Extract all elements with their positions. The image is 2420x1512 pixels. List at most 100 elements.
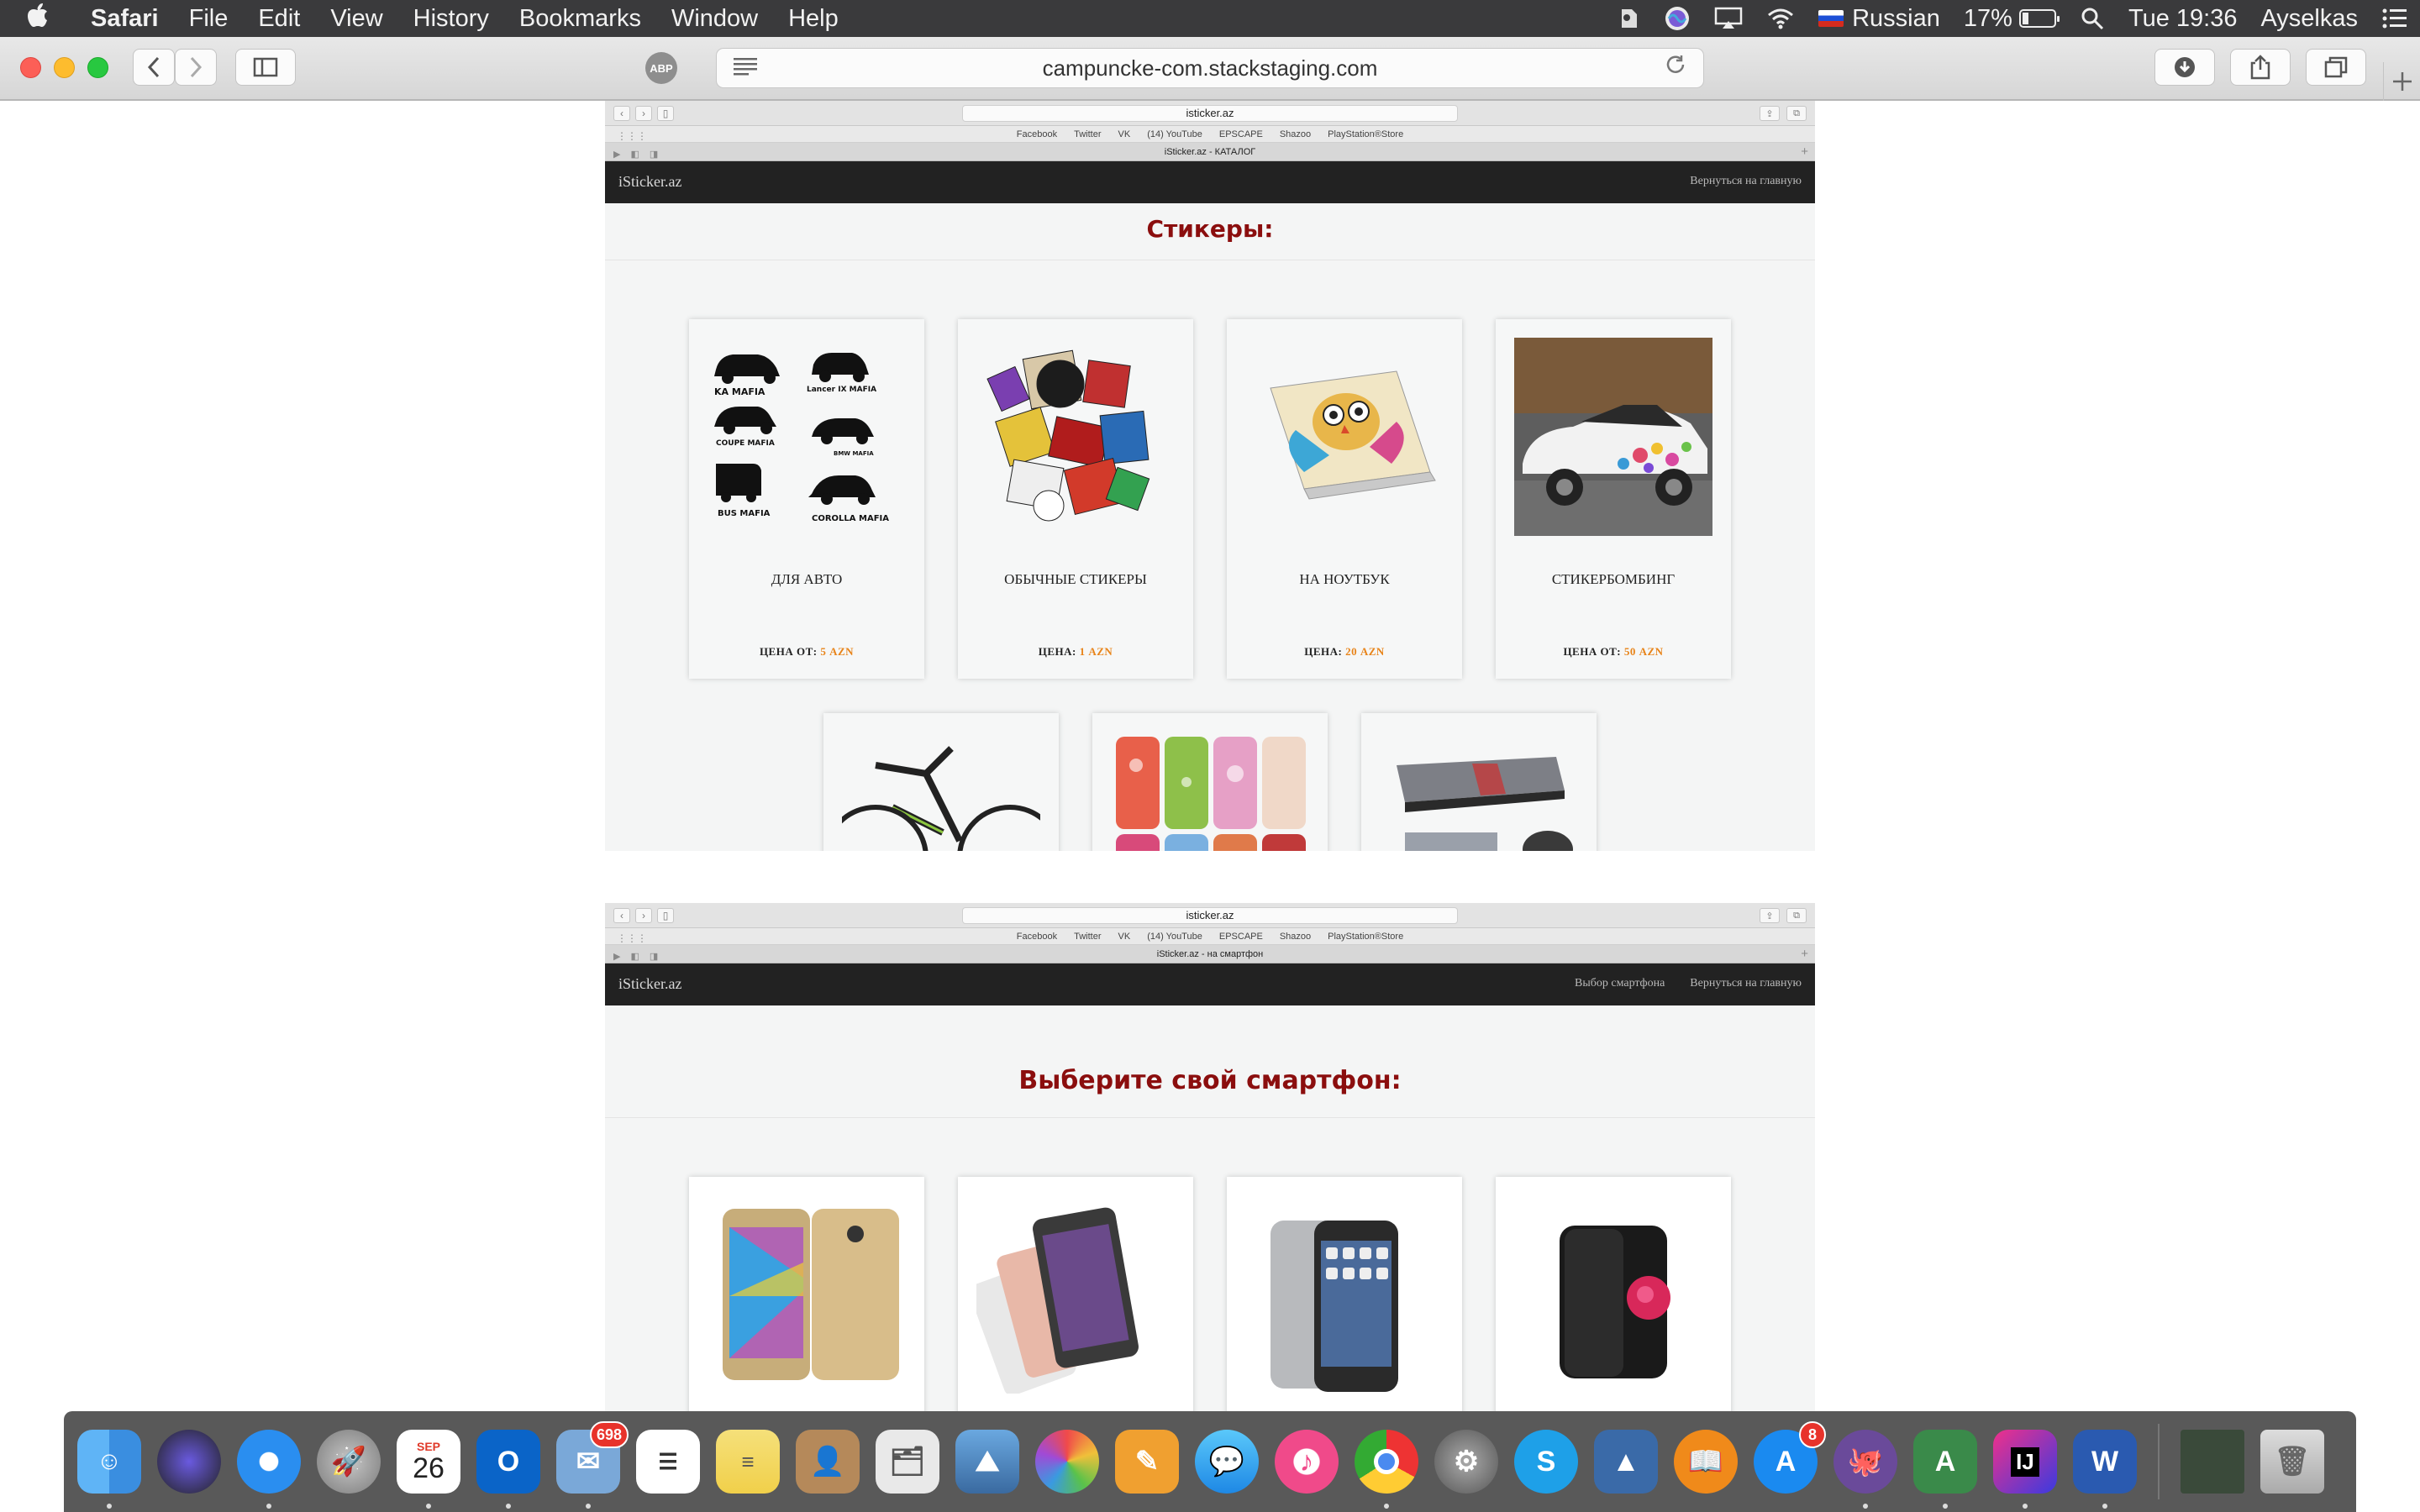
minimize-window-button[interactable] — [54, 57, 75, 78]
downloads-button[interactable] — [2154, 49, 2215, 86]
trash-icon[interactable]: 🗑 — [2260, 1430, 2324, 1494]
calendar-icon[interactable]: SEP 26 — [397, 1430, 460, 1509]
card-auto: KA MAFIA Lancer IX MAFIA COUPE MAFIA BMW… — [689, 319, 924, 679]
sidebar-button[interactable] — [235, 49, 296, 86]
tabs-overview-button[interactable] — [2306, 49, 2366, 86]
menu-window[interactable]: Window — [656, 0, 773, 37]
reload-icon[interactable] — [1665, 54, 1686, 82]
chrome-icon[interactable] — [1355, 1430, 1418, 1509]
site-link-choose-phone: Выбор смартфона — [1575, 977, 1665, 990]
fav-vk: VK — [1118, 129, 1131, 139]
back-button[interactable] — [133, 49, 175, 86]
menu-bar: Safari File Edit View History Bookmarks … — [0, 0, 2420, 37]
mini-url: isticker.az — [962, 105, 1458, 122]
itunes-icon[interactable]: ♪ — [1275, 1430, 1339, 1494]
running-indicator — [1943, 1504, 1948, 1509]
mini-forward-icon: › — [635, 106, 652, 121]
chevron-left-icon — [147, 56, 160, 78]
apple-menu-icon[interactable] — [0, 3, 76, 34]
fav-facebook: Facebook — [1016, 129, 1058, 139]
menu-clock[interactable]: Tue 19:36 — [2117, 0, 2249, 37]
dock-separator — [2158, 1424, 2160, 1499]
battery-status[interactable]: 17% — [1952, 0, 2068, 37]
running-indicator — [1863, 1504, 1868, 1509]
new-tab-button[interactable] — [2383, 62, 2420, 101]
evernote-icon[interactable] — [1605, 0, 1652, 37]
safari-icon[interactable] — [237, 1430, 301, 1509]
app-store-icon[interactable]: A8 — [1754, 1421, 1826, 1494]
mini-tab-bar: ▶ ◧ ◨ iSticker.az - КАТАЛОГ + — [605, 143, 1815, 161]
mini-tab-title: iSticker.az - КАТАЛОГ — [1164, 147, 1256, 157]
share-button[interactable] — [2230, 49, 2291, 86]
pages-icon[interactable]: ✎ — [1115, 1430, 1179, 1494]
downloads-stack-icon[interactable] — [2181, 1430, 2244, 1494]
card-iphone-se — [958, 1177, 1193, 1411]
fav-psstore: PlayStation®Store — [1328, 129, 1404, 139]
running-indicator — [266, 1504, 271, 1509]
car-label-lancer: Lancer IX MAFIA — [807, 386, 876, 394]
airplay-icon[interactable] — [1702, 0, 1754, 37]
reminders-icon[interactable]: ☰ — [636, 1430, 700, 1494]
mini-tabs-icon: ⧉ — [1786, 106, 1807, 121]
reader-view-icon[interactable] — [734, 55, 757, 81]
fullscreen-window-button[interactable] — [87, 57, 108, 78]
mini-tab-plus-icon: + — [1801, 144, 1808, 159]
menu-edit[interactable]: Edit — [243, 0, 315, 37]
iphone-7-image — [1514, 1195, 1712, 1394]
notes-icon[interactable]: ≡ — [716, 1430, 780, 1494]
close-window-button[interactable] — [20, 57, 41, 78]
mail-icon[interactable]: ✉ 698 — [556, 1421, 629, 1509]
address-bar[interactable]: campuncke-com.stackstaging.com — [716, 48, 1704, 88]
preview-icon[interactable]: 🗂 — [876, 1430, 939, 1494]
car-label-coupe: COUPE MAFIA — [716, 439, 775, 448]
spotlight-icon[interactable] — [2068, 0, 2117, 37]
word-icon[interactable]: W — [2073, 1430, 2137, 1509]
mini-favorites-bar: ⋮⋮⋮ Facebook Twitter VK (14) YouTube EPS… — [605, 928, 1815, 945]
card-title: ОБЫЧНЫЕ СТИКЕРЫ — [1004, 571, 1147, 587]
skype-icon[interactable]: S — [1514, 1430, 1578, 1494]
contacts-icon[interactable]: 👤 — [796, 1430, 860, 1494]
github-icon[interactable]: 🐙 — [1833, 1430, 1897, 1509]
menu-history[interactable]: History — [398, 0, 504, 37]
menu-user[interactable]: Ayselkas — [2249, 0, 2370, 37]
card-iphone-7 — [1496, 1177, 1731, 1411]
intellij-icon[interactable]: IJ — [1993, 1430, 2057, 1509]
stickers-pile-image — [976, 338, 1175, 536]
price-label: ЦЕНА: — [1304, 645, 1343, 658]
keynote-icon[interactable]: ▲ — [1594, 1430, 1658, 1494]
notification-center-icon[interactable] — [2370, 0, 2420, 37]
stickerbomb-car-image — [1514, 338, 1712, 536]
ibooks-icon[interactable]: 📖 — [1674, 1430, 1738, 1494]
chevron-right-icon — [190, 56, 203, 78]
car-label-corolla: COROLLA MAFIA — [812, 514, 889, 523]
fav-twitter: Twitter — [1074, 932, 1102, 942]
finder-icon[interactable]: ☺ — [77, 1430, 141, 1509]
forward-button[interactable] — [175, 49, 217, 86]
catalog-heading: Стикеры: — [605, 203, 1815, 260]
adblock-plus-icon[interactable]: ABP — [645, 52, 677, 84]
mini-tab-plus-icon: + — [1801, 947, 1808, 961]
menu-bookmarks[interactable]: Bookmarks — [504, 0, 656, 37]
menu-file[interactable]: File — [174, 0, 244, 37]
photos-icon[interactable] — [1035, 1430, 1099, 1494]
menu-app-safari[interactable]: Safari — [76, 0, 174, 37]
wifi-icon[interactable] — [1754, 0, 1807, 37]
launchpad-icon[interactable]: 🚀 — [317, 1430, 381, 1494]
mini-browser-toolbar: ‹ › ▯ isticker.az ⇪ ⧉ — [605, 101, 1815, 126]
card-title: НА НОУТБУК — [1299, 571, 1390, 587]
input-source-menu[interactable]: Russian — [1807, 0, 1952, 37]
system-preferences-icon[interactable]: ⚙ — [1434, 1430, 1498, 1494]
image-capture-icon[interactable]: ⛰ — [955, 1430, 1019, 1494]
android-studio-icon[interactable]: A — [1913, 1430, 1977, 1509]
menu-view[interactable]: View — [315, 0, 397, 37]
siri-icon[interactable] — [157, 1430, 221, 1494]
menu-help[interactable]: Help — [773, 0, 854, 37]
messages-icon[interactable]: 💬 — [1195, 1430, 1259, 1494]
sticker-cards-row2 — [823, 713, 1597, 851]
site-link-home: Вернуться на главную — [1690, 977, 1802, 990]
car-label-ka: KA MAFIA — [714, 386, 765, 397]
fav-youtube: (14) YouTube — [1147, 129, 1202, 139]
outlook-icon[interactable]: O — [476, 1430, 540, 1509]
fav-shazoo: Shazoo — [1279, 932, 1312, 942]
siri-icon[interactable] — [1652, 0, 1702, 37]
